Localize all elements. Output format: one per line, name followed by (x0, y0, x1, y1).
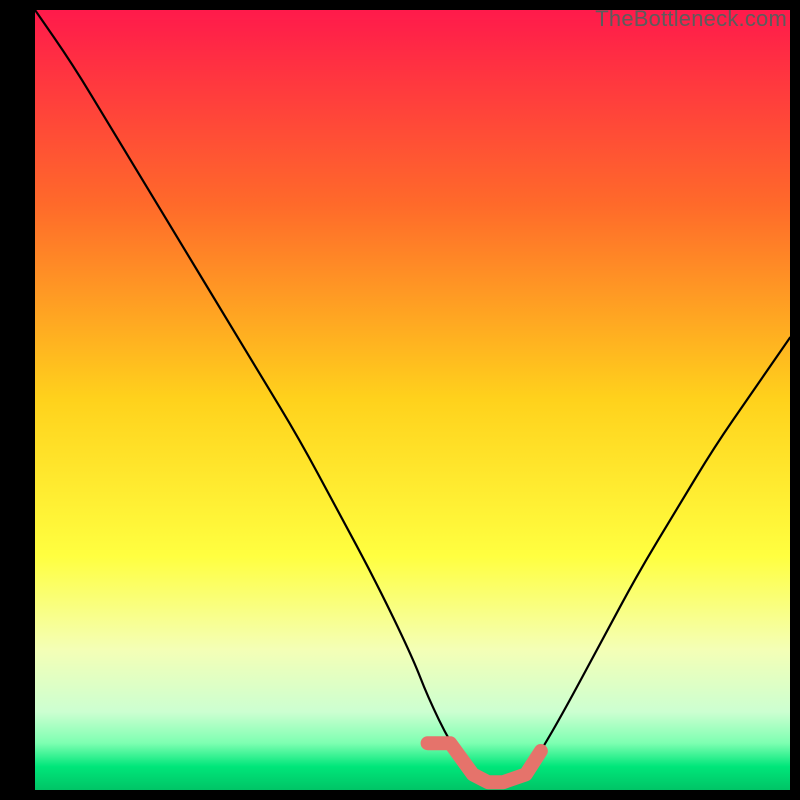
bottleneck-chart (35, 10, 790, 790)
watermark-text: TheBottleneck.com (595, 6, 787, 32)
